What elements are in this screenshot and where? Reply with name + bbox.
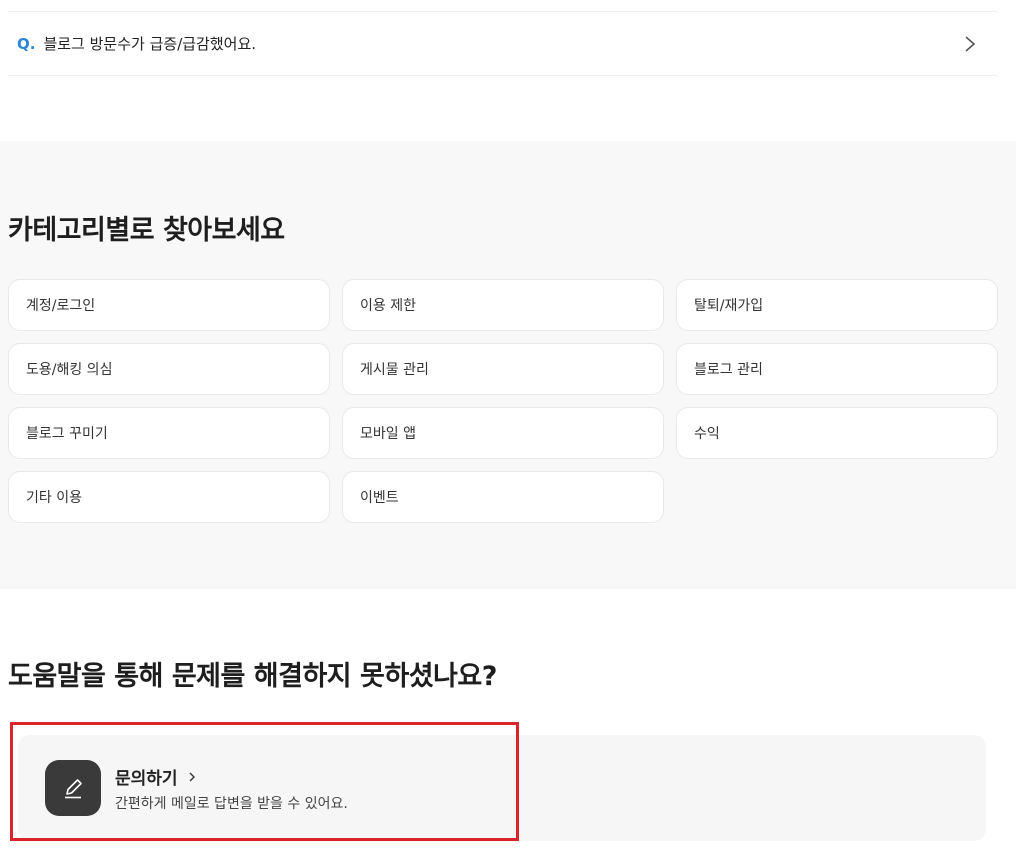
category-item-hacking-suspicion[interactable]: 도용/해킹 의심: [8, 343, 330, 395]
category-item-withdraw-rejoin[interactable]: 탈퇴/재가입: [676, 279, 998, 331]
faq-item[interactable]: Q. 블로그 방문수가 급증/급감했어요.: [8, 12, 997, 76]
help-center-page: Q. 블로그 방문수가 급증/급감했어요. 카테고리별로 찾아보세요 계정/로그…: [0, 0, 1016, 851]
category-item-other-usage[interactable]: 기타 이용: [8, 471, 330, 523]
category-item-blog-decoration[interactable]: 블로그 꾸미기: [8, 407, 330, 459]
contact-description: 간편하게 메일로 답변을 받을 수 있어요.: [115, 796, 348, 812]
category-item-post-management[interactable]: 게시물 관리: [342, 343, 664, 395]
category-grid: 계정/로그인 이용 제한 탈퇴/재가입 도용/해킹 의심 게시물 관리 블로그 …: [8, 279, 998, 523]
category-item-mobile-app[interactable]: 모바일 앱: [342, 407, 664, 459]
faq-question: 블로그 방문수가 급증/급감했어요.: [43, 35, 257, 53]
contact-button[interactable]: 문의하기 간편하게 메일로 답변을 받을 수 있어요.: [18, 735, 517, 841]
category-section: 카테고리별로 찾아보세요 계정/로그인 이용 제한 탈퇴/재가입 도용/해킹 의…: [0, 141, 1016, 589]
category-item-account-login[interactable]: 계정/로그인: [8, 279, 330, 331]
chevron-right-icon: [189, 772, 195, 781]
help-section-title: 도움말을 통해 문제를 해결하지 못하셨나요?: [8, 661, 497, 692]
category-section-title: 카테고리별로 찾아보세요: [8, 215, 285, 246]
chevron-right-icon: [965, 36, 976, 52]
category-item-revenue[interactable]: 수익: [676, 407, 998, 459]
contact-card: 문의하기 간편하게 메일로 답변을 받을 수 있어요.: [18, 735, 986, 841]
contact-title: 문의하기: [115, 769, 178, 789]
edit-pencil-icon: [45, 760, 101, 816]
category-item-event[interactable]: 이벤트: [342, 471, 664, 523]
category-item-usage-restriction[interactable]: 이용 제한: [342, 279, 664, 331]
category-item-blog-management[interactable]: 블로그 관리: [676, 343, 998, 395]
faq-q-marker: Q.: [17, 34, 36, 53]
contact-title-row: 문의하기: [115, 764, 196, 789]
